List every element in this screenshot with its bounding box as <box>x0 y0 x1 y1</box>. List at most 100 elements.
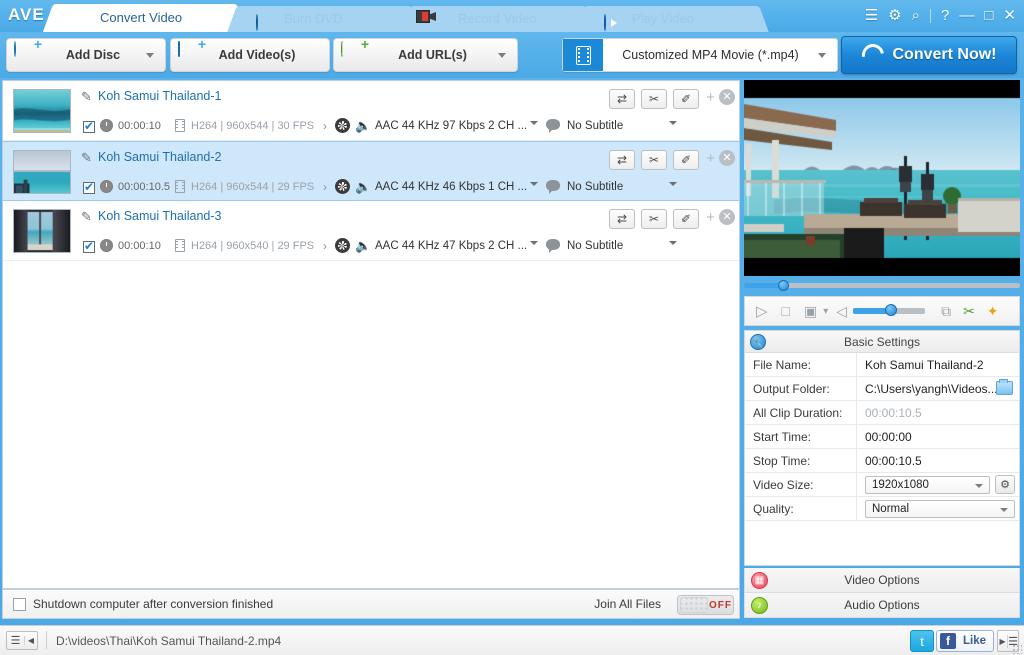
rotate-icon[interactable]: ⇄ <box>609 89 635 109</box>
tab-play-video[interactable]: Play Video <box>588 6 756 32</box>
close-icon[interactable]: ✕ <box>1003 6 1016 26</box>
tab-record-video[interactable]: Record Video <box>414 6 582 32</box>
search-icon[interactable]: ⌕ <box>912 6 920 26</box>
minimize-icon[interactable]: — <box>959 6 974 26</box>
gear-icon[interactable]: ⚙ <box>888 6 901 26</box>
remove-row-icon[interactable]: ✕ <box>719 150 735 166</box>
audio-track-label[interactable]: AAC 44 KHz 46 Kbps 1 CH ... <box>375 181 527 193</box>
video-size-select[interactable]: 1920x1080 <box>865 476 990 494</box>
quality-select[interactable]: Normal <box>865 500 1015 518</box>
audio-track-label[interactable]: AAC 44 KHz 47 Kbps 2 CH ... <box>375 240 527 252</box>
audio-dropdown-icon[interactable] <box>530 241 538 245</box>
seek-knob[interactable] <box>778 280 789 291</box>
audio-options-button[interactable]: ♪ Audio Options <box>744 593 1020 618</box>
scissors-icon[interactable]: ✂ <box>641 209 667 229</box>
file-checkbox[interactable] <box>83 241 95 253</box>
add-url-button[interactable]: + Add URL(s) <box>333 38 518 72</box>
snapshot-icon[interactable]: ▣ <box>804 303 817 320</box>
edit-pencil-icon[interactable]: ✎ <box>81 151 95 165</box>
table-row[interactable]: ✎ Koh Samui Thailand-1 00:00:10 H264 | 9… <box>3 81 739 141</box>
cut-icon[interactable]: ✂ <box>963 303 975 320</box>
facebook-icon: f <box>940 633 956 649</box>
subtitle-label[interactable]: No Subtitle <box>567 120 623 132</box>
snapshot-dropdown-icon[interactable]: ▾ <box>823 306 828 317</box>
video-preview[interactable] <box>744 80 1020 276</box>
fullscreen-icon[interactable]: ⧉ <box>941 303 951 320</box>
video-size-gear-button[interactable]: ⚙ <box>995 475 1015 494</box>
join-all-files-label: Join All Files <box>594 597 661 611</box>
remove-row-icon[interactable]: ✕ <box>719 209 735 225</box>
magic-wand-icon[interactable]: ✐ <box>673 89 699 109</box>
twitter-icon[interactable]: t <box>910 630 934 652</box>
start-time-value[interactable]: 00:00:00 <box>857 425 1019 448</box>
maximize-icon[interactable]: □ <box>984 6 993 26</box>
clock-icon <box>100 180 113 193</box>
play-icon[interactable]: ▷ <box>756 302 768 320</box>
volume-slider[interactable] <box>853 308 925 314</box>
basic-settings-panel: 🔧 Basic Settings File Name: Koh Samui Th… <box>744 330 1020 566</box>
volume-icon[interactable]: ◁ <box>836 303 847 320</box>
video-options-button[interactable]: ▦ Video Options <box>744 568 1020 593</box>
audio-dropdown-icon[interactable] <box>530 182 538 186</box>
add-video-button[interactable]: + Add Video(s) <box>170 38 330 72</box>
output-folder-value[interactable]: C:\Users\yangh\Videos... <box>857 377 1019 400</box>
add-row-icon[interactable]: + <box>706 210 715 226</box>
stop-time-value[interactable]: 00:00:10.5 <box>857 449 1019 472</box>
expand-arrow-icon[interactable]: › <box>323 239 327 253</box>
film-icon: ▦ <box>751 572 768 589</box>
stop-icon[interactable]: □ <box>782 303 790 319</box>
notes-icon[interactable]: ☰ <box>865 6 878 26</box>
file-checkbox[interactable] <box>83 182 95 194</box>
remove-row-icon[interactable]: ✕ <box>719 89 735 105</box>
join-all-files-toggle[interactable]: OFF <box>677 595 734 615</box>
edit-pencil-icon[interactable]: ✎ <box>81 210 95 224</box>
scissors-icon[interactable]: ✂ <box>641 89 667 109</box>
file-name-value[interactable]: Koh Samui Thailand-2 <box>857 353 1019 376</box>
audio-dropdown-icon[interactable] <box>530 121 538 125</box>
resize-grip[interactable] <box>1012 644 1022 654</box>
subtitle-icon <box>546 180 560 191</box>
edit-pencil-icon[interactable]: ✎ <box>81 90 95 104</box>
subtitle-dropdown-icon[interactable] <box>669 182 677 186</box>
chevron-down-icon[interactable] <box>498 53 506 58</box>
convert-now-button[interactable]: Convert Now! <box>841 36 1017 74</box>
facebook-like-button[interactable]: f Like <box>936 630 994 652</box>
tab-label: Record Video <box>458 6 537 32</box>
expand-arrow-icon[interactable]: › <box>323 180 327 194</box>
add-row-icon[interactable]: + <box>706 90 715 106</box>
volume-knob[interactable] <box>885 304 897 316</box>
magic-wand-icon[interactable]: ✐ <box>673 209 699 229</box>
shutdown-checkbox[interactable] <box>13 598 26 611</box>
tab-convert-video[interactable]: Convert Video <box>56 4 234 32</box>
add-disc-button[interactable]: + Add Disc <box>6 38 166 72</box>
subtitle-dropdown-icon[interactable] <box>669 121 677 125</box>
tab-burn-dvd[interactable]: Burn DVD <box>240 6 408 32</box>
file-name-label[interactable]: Koh Samui Thailand-2 <box>98 150 221 164</box>
seek-slider[interactable] <box>744 280 1020 290</box>
table-row[interactable]: ✎ Koh Samui Thailand-3 00:00:10 H264 | 9… <box>3 201 739 261</box>
profile-selector[interactable]: Customized MP4 Movie (*.mp4) <box>562 38 838 72</box>
row-actions: ⇄ ✂ ✐ <box>609 89 699 109</box>
expand-arrow-icon[interactable]: › <box>323 119 327 133</box>
rotate-icon[interactable]: ⇄ <box>609 150 635 170</box>
effect-icon[interactable]: ✦ <box>987 303 999 320</box>
scissors-icon[interactable]: ✂ <box>641 150 667 170</box>
list-view-button[interactable]: ☰ ◀ <box>6 631 38 650</box>
audio-track-label[interactable]: AAC 44 KHz 97 Kbps 2 CH ... <box>375 120 527 132</box>
help-icon[interactable]: ? <box>941 6 949 26</box>
subtitle-dropdown-icon[interactable] <box>669 241 677 245</box>
folder-icon[interactable] <box>996 381 1013 395</box>
table-row[interactable]: ✎ Koh Samui Thailand-2 00:00:10.5 H264 |… <box>3 141 739 201</box>
file-name-label[interactable]: Koh Samui Thailand-1 <box>98 89 221 103</box>
subtitle-label[interactable]: No Subtitle <box>567 240 623 252</box>
camcorder-icon <box>430 10 448 28</box>
add-row-icon[interactable]: + <box>706 151 715 167</box>
file-name-label[interactable]: Koh Samui Thailand-3 <box>98 209 221 223</box>
subtitle-label[interactable]: No Subtitle <box>567 181 623 193</box>
file-checkbox[interactable] <box>83 121 95 133</box>
chevron-down-icon[interactable] <box>146 53 154 58</box>
chevron-down-icon[interactable] <box>818 53 826 58</box>
rotate-icon[interactable]: ⇄ <box>609 209 635 229</box>
magic-wand-icon[interactable]: ✐ <box>673 150 699 170</box>
file-list: ✎ Koh Samui Thailand-1 00:00:10 H264 | 9… <box>2 80 740 589</box>
